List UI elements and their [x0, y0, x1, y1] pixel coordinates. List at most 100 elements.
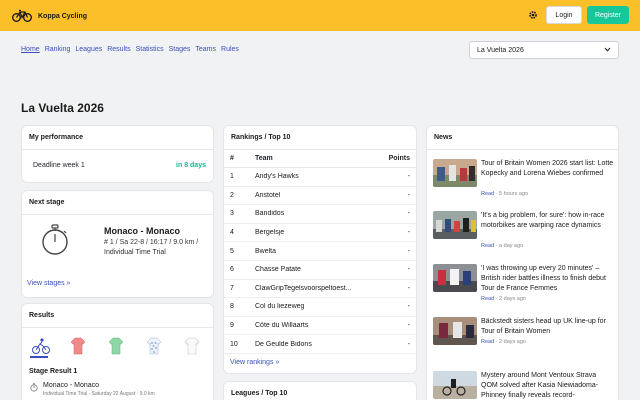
points-cell: - — [407, 173, 410, 181]
red-jersey-icon[interactable] — [70, 337, 86, 357]
table-row[interactable]: 6 Chasse Patate - — [224, 261, 416, 280]
rank-cell: 5 — [230, 247, 234, 255]
view-rankings-link[interactable]: View rankings » — [230, 359, 279, 366]
news-meta: Read · 5 hours ago — [481, 191, 529, 197]
nav-results[interactable]: Results — [107, 46, 130, 53]
team-cell[interactable]: Col du liezeweg — [255, 303, 384, 310]
table-row[interactable]: 9 Côte du Willaarts - — [224, 317, 416, 336]
nav-home[interactable]: Home — [21, 46, 40, 53]
rank-cell: 4 — [230, 229, 234, 237]
news-headline[interactable]: Bäckstedt sisters head up UK line-up for… — [481, 317, 614, 337]
active-tab-indicator — [30, 356, 48, 358]
rank-cell: 3 — [230, 210, 234, 218]
team-cell[interactable]: Aristotel — [255, 192, 384, 199]
news-thumbnail[interactable] — [433, 317, 477, 345]
news-meta: Read · 2 days ago — [481, 339, 526, 345]
deadline-value: in 8 days — [176, 162, 206, 169]
view-stages-link[interactable]: View stages » — [27, 280, 70, 287]
news-headline[interactable]: 'It's a big problem, for sure': how in-r… — [481, 211, 614, 231]
col-header-points: Points — [388, 155, 410, 162]
table-row[interactable]: 8 Col du liezeweg - — [224, 298, 416, 317]
rank-cell: 9 — [230, 322, 234, 330]
brand-link[interactable]: Koppa Cycling — [12, 9, 87, 24]
stopwatch-icon — [40, 224, 70, 258]
nav-stages[interactable]: Stages — [169, 46, 191, 53]
nav-teams[interactable]: Teams — [195, 46, 216, 53]
team-cell[interactable]: ClawGripTegelsvoorspeltoest... — [255, 285, 384, 292]
top-bar: Koppa Cycling Login Register — [0, 0, 640, 31]
rank-cell: 6 — [230, 266, 234, 274]
leagues-card: Leagues / Top 10 — [224, 382, 416, 400]
team-cell[interactable]: Chasse Patate — [255, 266, 384, 273]
team-cell[interactable]: Bergelsje — [255, 229, 384, 236]
gear-icon[interactable] — [528, 10, 538, 22]
white-jersey-icon[interactable] — [184, 337, 200, 357]
news-headline[interactable]: Mystery around Mont Ventoux Strava QOM s… — [481, 371, 614, 400]
team-cell[interactable]: Bandidos — [255, 210, 384, 217]
news-meta: Read · a day ago — [481, 243, 524, 249]
rankings-card: Rankings / Top 10 # Team Points 1 Andy's … — [224, 126, 416, 373]
nav-ranking[interactable]: Ranking — [45, 46, 71, 53]
team-cell[interactable]: Bwelta — [255, 248, 384, 255]
col-header-rank: # — [230, 155, 234, 162]
read-link[interactable]: Read — [481, 339, 494, 345]
news-time: 2 days ago — [499, 296, 526, 302]
bicycle-logo-icon — [12, 9, 32, 24]
table-row[interactable]: 5 Bwelta - — [224, 242, 416, 261]
rankings-title: Rankings / Top 10 — [224, 126, 416, 150]
nav-rules[interactable]: Rules — [221, 46, 239, 53]
points-cell: - — [407, 340, 410, 348]
points-cell: - — [407, 229, 410, 237]
read-link[interactable]: Read — [481, 243, 494, 249]
rank-cell: 8 — [230, 303, 234, 311]
chevron-down-icon — [604, 47, 611, 54]
col-header-team: Team — [255, 155, 273, 162]
team-cell[interactable]: Andy's Hawks — [255, 173, 384, 180]
results-card: Results Stage Result 1 Monaco - Monaco I… — [22, 304, 213, 400]
news-thumbnail[interactable] — [433, 211, 477, 239]
news-title: News — [427, 126, 618, 150]
race-select[interactable]: La Vuelta 2026 — [469, 41, 619, 59]
login-button[interactable]: Login — [546, 6, 582, 24]
read-link[interactable]: Read — [481, 191, 494, 197]
deadline-label: Deadline week 1 — [33, 162, 85, 169]
points-cell: - — [407, 266, 410, 274]
points-cell: - — [407, 210, 410, 218]
nav-statistics[interactable]: Statistics — [136, 46, 164, 53]
next-stage-name: Monaco - Monaco — [104, 226, 180, 236]
team-cell[interactable]: De Geulde Bidons — [255, 341, 384, 348]
news-thumbnail[interactable] — [433, 264, 477, 292]
news-headline[interactable]: 'I was throwing up every 20 minutes' – B… — [481, 264, 614, 294]
table-row[interactable]: 4 Bergelsje - — [224, 224, 416, 243]
deadline-row: Deadline week 1 in 8 days — [22, 150, 213, 169]
team-cell[interactable]: Côte du Willaarts — [255, 322, 384, 329]
stage-result-title: Stage Result 1 — [29, 368, 78, 375]
rankings-header: # Team Points — [224, 150, 416, 168]
table-row[interactable]: 7 ClawGripTegelsvoorspeltoest... - — [224, 280, 416, 299]
stopwatch-small-icon — [30, 383, 38, 394]
register-button[interactable]: Register — [587, 6, 629, 24]
results-title: Results — [22, 304, 213, 328]
polka-dot-jersey-icon[interactable] — [146, 337, 162, 357]
table-row[interactable]: 1 Andy's Hawks - — [224, 168, 416, 187]
news-headline[interactable]: Tour of Britain Women 2026 start list: L… — [481, 159, 614, 179]
cyclist-icon[interactable] — [32, 337, 50, 357]
green-jersey-icon[interactable] — [108, 337, 124, 357]
performance-card: My performance Deadline week 1 in 8 days — [22, 126, 213, 182]
table-row[interactable]: 3 Bandidos - — [224, 205, 416, 224]
points-cell: - — [407, 191, 410, 199]
table-row[interactable]: 2 Aristotel - — [224, 187, 416, 206]
read-link[interactable]: Read — [481, 296, 494, 302]
next-stage-info: # 1 / Sa 22-8 / 16:17 / 9.0 km / Individ… — [104, 239, 199, 256]
news-thumbnail[interactable] — [433, 159, 477, 187]
nav-leagues[interactable]: Leagues — [75, 46, 102, 53]
news-time: 5 hours ago — [499, 191, 529, 197]
table-row[interactable]: 10 De Geulde Bidons - — [224, 335, 416, 354]
rank-cell: 2 — [230, 191, 234, 199]
points-cell: - — [407, 284, 410, 292]
news-thumbnail[interactable] — [433, 371, 477, 399]
stage-result-subtitle: Individual Time Trial · Saturday 22 Augu… — [43, 391, 155, 397]
race-select-value: La Vuelta 2026 — [477, 46, 524, 54]
news-card: News Tour of Britain Women 2026 start li… — [427, 126, 618, 400]
jersey-tabs — [32, 337, 210, 359]
